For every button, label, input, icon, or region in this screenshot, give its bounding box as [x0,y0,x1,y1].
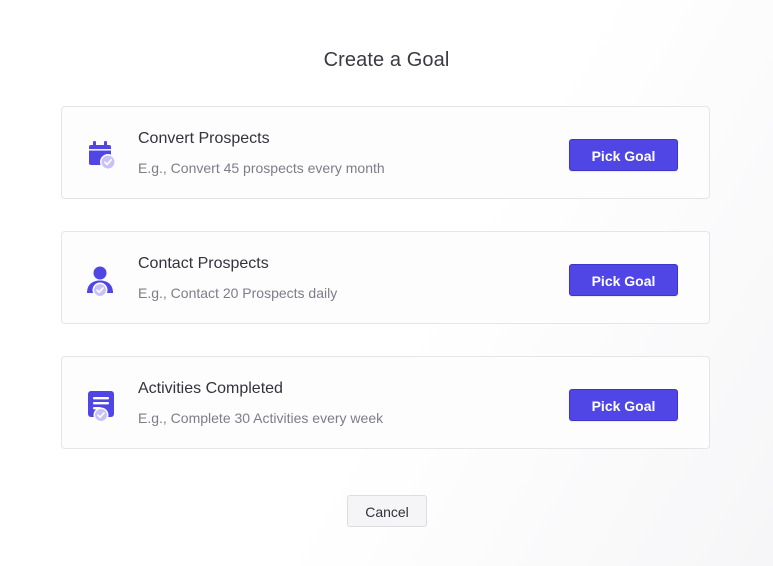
goal-description: E.g., Convert 45 prospects every month [138,160,385,176]
pick-goal-button-convert-prospects[interactable]: Pick Goal [569,139,678,171]
create-goal-dialog: Create a Goal Convert Prospects E.g., Co… [0,0,773,566]
goal-title: Activities Completed [138,380,283,397]
goal-title: Contact Prospects [138,255,269,272]
goal-card-convert-prospects: Convert Prospects E.g., Convert 45 prosp… [61,106,710,199]
goal-card-activities-completed: Activities Completed E.g., Complete 30 A… [61,356,710,449]
task-check-icon [84,388,118,423]
dialog-title: Create a Goal [323,49,450,71]
goal-description: E.g., Complete 30 Activities every week [138,410,384,426]
cancel-button[interactable]: Cancel [347,495,427,527]
goal-card-contact-prospects: Contact Prospects E.g., Contact 20 Prosp… [61,231,710,324]
calendar-check-icon [84,138,118,172]
pick-goal-button-contact-prospects[interactable]: Pick Goal [569,264,678,296]
user-check-icon [84,263,118,298]
goal-description: E.g., Contact 20 Prospects daily [138,285,338,301]
goal-title: Convert Prospects [138,130,270,147]
pick-goal-button-activities-completed[interactable]: Pick Goal [569,389,678,421]
